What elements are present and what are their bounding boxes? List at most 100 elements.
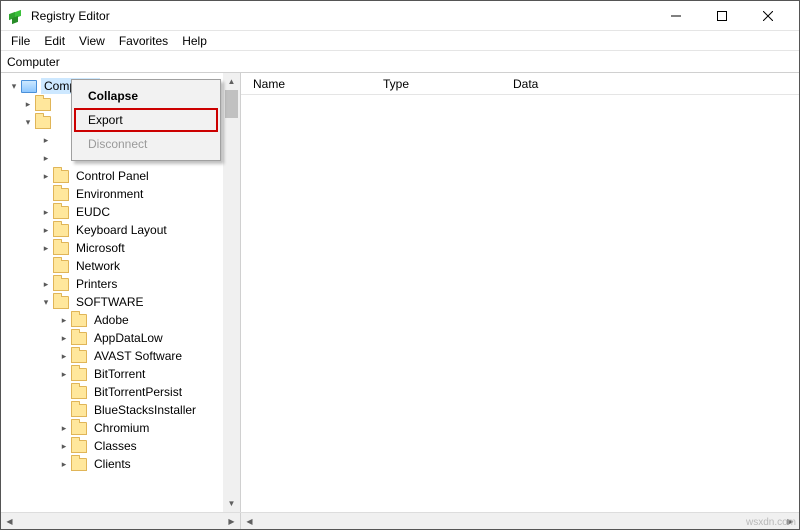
chevron-down-icon[interactable]: ▾ bbox=[21, 117, 35, 128]
tree-item-keyboard[interactable]: ▸ Keyboard Layout bbox=[1, 221, 240, 239]
chevron-right-icon[interactable]: ▸ bbox=[39, 171, 53, 182]
tree-item-printers[interactable]: ▸ Printers bbox=[1, 275, 240, 293]
folder-icon bbox=[71, 386, 87, 399]
tree-item-software[interactable]: ▾ SOFTWARE bbox=[1, 293, 240, 311]
folder-icon bbox=[71, 368, 87, 381]
scroll-left-icon[interactable]: ◀ bbox=[1, 517, 18, 526]
menu-help[interactable]: Help bbox=[176, 32, 213, 50]
scroll-right-icon[interactable]: ▶ bbox=[223, 517, 240, 526]
chevron-right-icon[interactable]: ▸ bbox=[39, 135, 53, 146]
chevron-right-icon[interactable]: ▸ bbox=[39, 153, 53, 164]
tree-item-network[interactable]: Network bbox=[1, 257, 240, 275]
chevron-right-icon[interactable]: ▸ bbox=[57, 351, 71, 362]
tree-item-clients[interactable]: ▸ Clients bbox=[1, 455, 240, 473]
tree-label: Adobe bbox=[91, 312, 132, 328]
menu-favorites[interactable]: Favorites bbox=[113, 32, 174, 50]
chevron-right-icon[interactable]: ▸ bbox=[39, 225, 53, 236]
chevron-right-icon[interactable]: ▸ bbox=[57, 315, 71, 326]
folder-icon bbox=[53, 170, 69, 183]
list-header: Name Type Data bbox=[241, 73, 799, 95]
tree-label: Printers bbox=[73, 276, 120, 292]
folder-icon bbox=[53, 260, 69, 273]
folder-icon bbox=[71, 440, 87, 453]
tree-item-avast[interactable]: ▸ AVAST Software bbox=[1, 347, 240, 365]
folder-icon bbox=[53, 206, 69, 219]
tree-item-bittorrent[interactable]: ▸ BitTorrent bbox=[1, 365, 240, 383]
tree-label: Environment bbox=[73, 186, 146, 202]
column-data[interactable]: Data bbox=[507, 77, 799, 91]
column-name[interactable]: Name bbox=[247, 77, 377, 91]
app-icon bbox=[9, 8, 25, 24]
folder-icon bbox=[71, 332, 87, 345]
tree-item-chromium[interactable]: ▸ Chromium bbox=[1, 419, 240, 437]
chevron-right-icon[interactable]: ▸ bbox=[39, 207, 53, 218]
title-bar: Registry Editor bbox=[1, 1, 799, 31]
tree-label: SOFTWARE bbox=[73, 294, 147, 310]
context-disconnect: Disconnect bbox=[74, 132, 218, 156]
context-export[interactable]: Export bbox=[74, 108, 218, 132]
minimize-button[interactable] bbox=[653, 1, 699, 31]
menu-bar: File Edit View Favorites Help bbox=[1, 31, 799, 51]
tree-label: BlueStacksInstaller bbox=[91, 402, 199, 418]
window-title: Registry Editor bbox=[31, 9, 110, 23]
tree-item-microsoft[interactable]: ▸Microsoft bbox=[1, 239, 240, 257]
address-text: Computer bbox=[7, 55, 60, 69]
chevron-down-icon[interactable]: ▾ bbox=[7, 81, 21, 92]
tree-label: Keyboard Layout bbox=[73, 222, 170, 238]
folder-icon bbox=[71, 422, 87, 435]
scroll-up-icon[interactable]: ▲ bbox=[223, 73, 240, 90]
chevron-down-icon[interactable]: ▾ bbox=[39, 297, 53, 308]
chevron-right-icon[interactable]: ▸ bbox=[57, 459, 71, 470]
tree-item-control-panel[interactable]: ▸ Control Panel bbox=[1, 167, 240, 185]
chevron-right-icon[interactable]: ▸ bbox=[39, 279, 53, 290]
folder-icon bbox=[53, 296, 69, 309]
chevron-right-icon[interactable]: ▸ bbox=[57, 423, 71, 434]
close-button[interactable] bbox=[745, 1, 791, 31]
tree-item-eudc[interactable]: ▸ EUDC bbox=[1, 203, 240, 221]
tree-item-bluestacks[interactable]: BlueStacksInstaller bbox=[1, 401, 240, 419]
tree-item-appdatalow[interactable]: ▸ AppDataLow bbox=[1, 329, 240, 347]
column-type[interactable]: Type bbox=[377, 77, 507, 91]
tree-label: AVAST Software bbox=[91, 348, 185, 364]
chevron-right-icon[interactable]: ▸ bbox=[39, 243, 53, 254]
tree-label: Clients bbox=[91, 456, 134, 472]
tree-label: Chromium bbox=[91, 420, 152, 436]
tree-label: BitTorrentPersist bbox=[91, 384, 185, 400]
folder-icon bbox=[71, 458, 87, 471]
tree-item-adobe[interactable]: ▸ Adobe bbox=[1, 311, 240, 329]
folder-icon bbox=[71, 350, 87, 363]
menu-file[interactable]: File bbox=[5, 32, 36, 50]
chevron-right-icon[interactable]: ▸ bbox=[57, 441, 71, 452]
tree-label: Control Panel bbox=[73, 168, 152, 184]
tree-item-environment[interactable]: Environment bbox=[1, 185, 240, 203]
chevron-right-icon[interactable]: ▸ bbox=[57, 369, 71, 380]
folder-icon bbox=[53, 278, 69, 291]
folder-icon bbox=[53, 224, 69, 237]
maximize-button[interactable] bbox=[699, 1, 745, 31]
context-collapse[interactable]: Collapse bbox=[74, 84, 218, 108]
folder-icon bbox=[71, 314, 87, 327]
tree-vertical-scrollbar[interactable]: ▲ ▼ bbox=[223, 73, 240, 512]
tree-label: AppDataLow bbox=[91, 330, 166, 346]
tree-label: BitTorrent bbox=[91, 366, 148, 382]
list-panel: Name Type Data bbox=[241, 73, 799, 512]
chevron-right-icon[interactable]: ▸ bbox=[21, 99, 35, 110]
folder-icon bbox=[71, 404, 87, 417]
computer-icon bbox=[21, 80, 37, 93]
menu-edit[interactable]: Edit bbox=[38, 32, 71, 50]
scroll-thumb[interactable] bbox=[225, 90, 238, 118]
scroll-left-icon[interactable]: ◀ bbox=[241, 517, 258, 526]
chevron-right-icon[interactable]: ▸ bbox=[57, 333, 71, 344]
address-bar[interactable]: Computer bbox=[1, 51, 799, 73]
scroll-down-icon[interactable]: ▼ bbox=[223, 495, 240, 512]
tree-item-classes[interactable]: ▸ Classes bbox=[1, 437, 240, 455]
tree-item-bittorrentpersist[interactable]: BitTorrentPersist bbox=[1, 383, 240, 401]
tree-label: Classes bbox=[91, 438, 140, 454]
menu-view[interactable]: View bbox=[73, 32, 111, 50]
folder-icon bbox=[35, 98, 51, 111]
horizontal-scrollbar-row: ◀ ▶ ◀ ▶ bbox=[1, 512, 799, 529]
tree-label: EUDC bbox=[73, 204, 113, 220]
context-menu: Collapse Export Disconnect bbox=[71, 79, 221, 161]
tree-panel: ▾ Computer ▸ ▾ ▸ ▸ ▸Control Panel Enviro… bbox=[1, 73, 241, 512]
folder-icon bbox=[53, 188, 69, 201]
